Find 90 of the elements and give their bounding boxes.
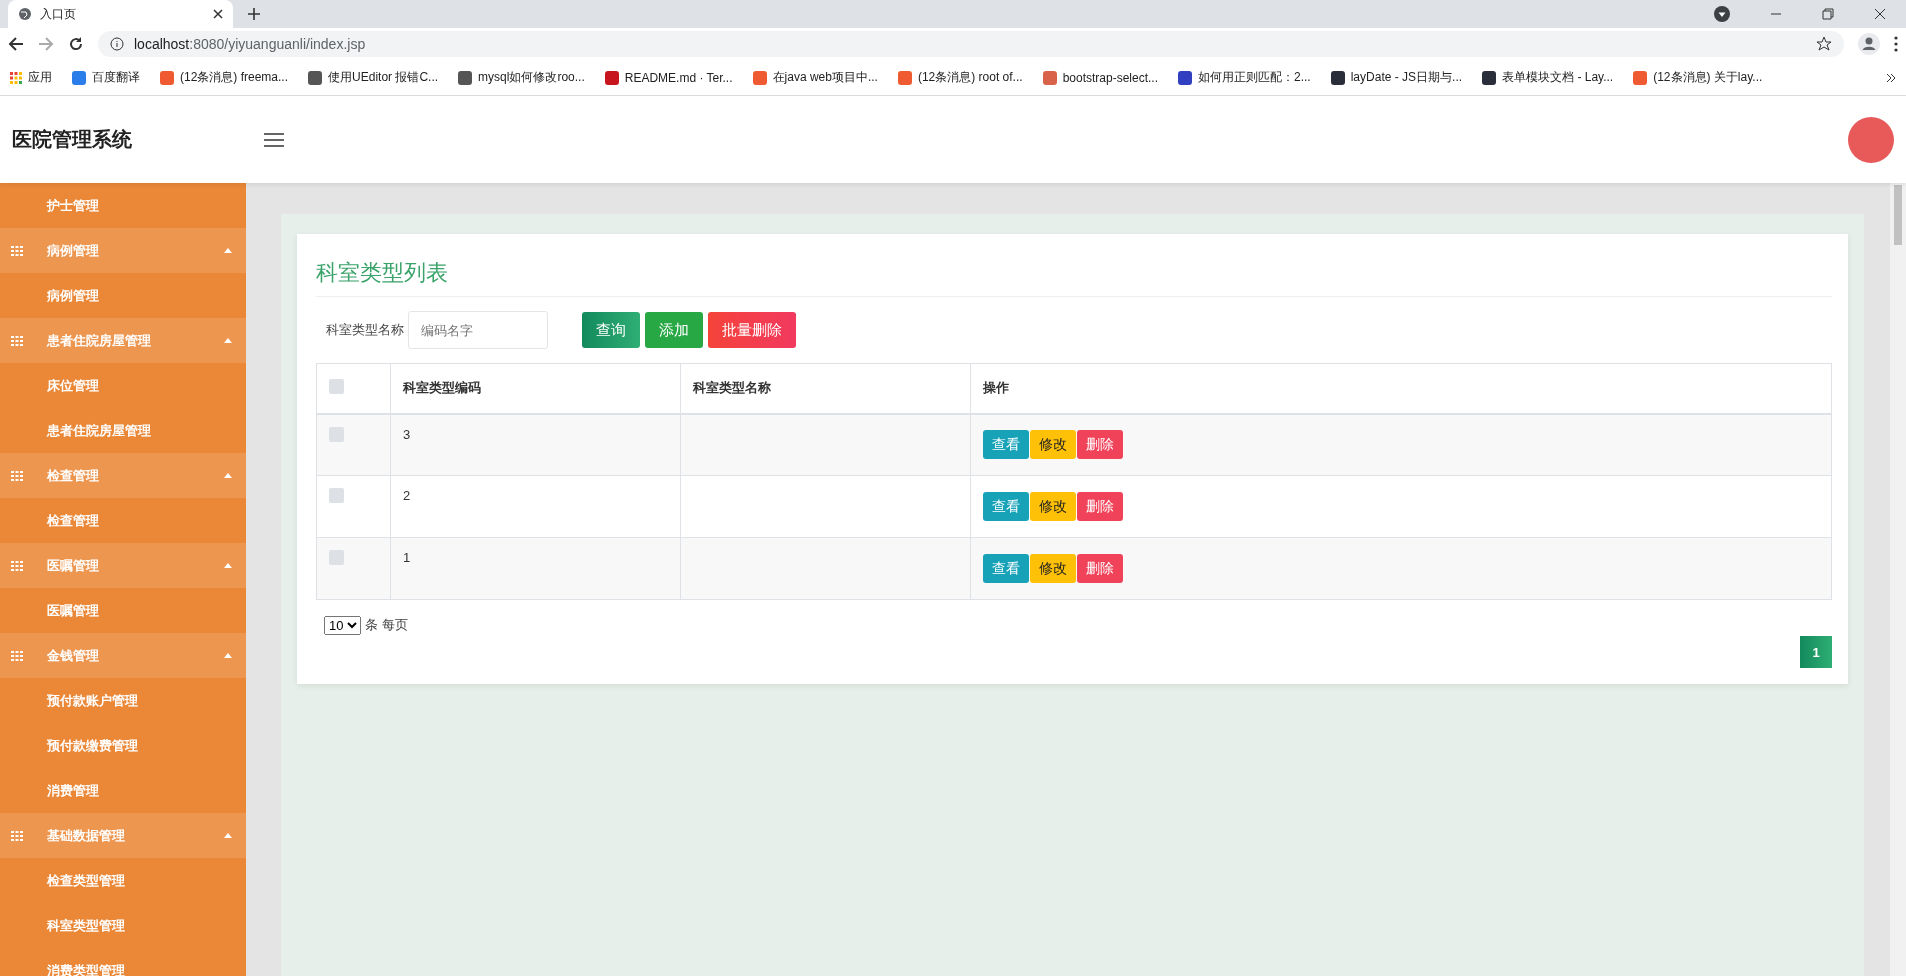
bookmark-item[interactable]: (12条消息) 关于lay... [1633,69,1763,86]
column-header: 科室类型编码 [390,363,681,414]
edit-button[interactable]: 修改 [1030,554,1076,583]
bookmark-item[interactable]: 应用 [10,69,52,86]
reload-icon[interactable] [68,36,84,52]
edit-button[interactable]: 修改 [1030,430,1076,460]
bookmark-item[interactable]: (12条消息) freema... [160,69,289,86]
bookmark-item[interactable]: 如何用正则匹配：2... [1178,69,1311,86]
bookmark-item[interactable]: layDate - JS日期与... [1330,69,1463,86]
bookmark-item[interactable]: (12条消息) root of... [897,69,1023,86]
sidebar-group[interactable]: 检查管理 [0,453,246,498]
card-title: 科室类型列表 [316,248,1832,297]
sidebar-item[interactable]: 消费管理 [0,768,246,813]
address-bar[interactable]: localhost:8080/yiyuanguanli/index.jsp [98,31,1844,57]
browser-tab[interactable]: 入口页 [8,0,233,28]
sidebar-item[interactable]: 病例管理 [0,273,246,318]
table-cell: 3 [390,413,681,476]
caret-up-icon [224,833,232,838]
caret-up-icon [224,338,232,343]
page-size-select[interactable]: 10 [324,616,361,635]
grid-icon [11,650,23,661]
star-icon[interactable] [1816,36,1832,52]
sidebar-item[interactable]: 预付款账户管理 [0,678,246,723]
chevron-icon[interactable] [1886,72,1896,83]
edit-button[interactable]: 修改 [1030,492,1076,521]
page-button[interactable]: 1 [1800,636,1832,668]
restore-icon[interactable] [1822,8,1834,20]
grid-icon [11,335,23,346]
sidebar-group[interactable]: 基础数据管理 [0,813,246,858]
bookmark-item[interactable]: 百度翻译 [72,69,140,86]
sidebar-item[interactable]: 科室类型管理 [0,903,246,948]
bookmark-item[interactable]: mysql如何修改roo... [458,69,585,86]
sidebar-group[interactable]: 金钱管理 [0,633,246,678]
app-title: 医院管理系统 [12,127,133,152]
grid-icon [11,830,23,841]
sidebar-group[interactable]: 医嘱管理 [0,543,246,588]
bulk-delete-button[interactable]: 批量删除 [708,312,796,348]
checkbox[interactable] [329,488,344,503]
table-cell: 1 [390,537,681,600]
column-header: 科室类型名称 [680,363,971,414]
sidebar-item[interactable]: 预付款缴费管理 [0,723,246,768]
delete-button[interactable]: 删除 [1077,430,1123,460]
checkbox[interactable] [329,426,344,442]
search-label: 科室类型名称 [326,321,404,339]
sidebar-item[interactable]: 医嘱管理 [0,588,246,633]
back-arrow-icon[interactable] [8,36,24,52]
caret-up-icon [224,473,232,478]
table-cell: 2 [390,475,681,538]
sidebar-item[interactable]: 患者住院房屋管理 [0,408,246,453]
bookmark-item[interactable]: 使用UEditor 报错C... [308,69,439,86]
info-icon [110,37,124,51]
bookmark-item[interactable]: 在java web项目中... [752,69,878,86]
page-size-label: 条 每页 [365,616,408,634]
sidebar-item[interactable]: 护士管理 [0,183,246,228]
query-button[interactable]: 查询 [582,312,640,348]
menu-icon[interactable] [1894,36,1898,52]
close-icon[interactable] [213,9,223,19]
caret-up-icon [224,563,232,568]
globe-icon [18,7,32,21]
view-button[interactable]: 查看 [983,492,1029,521]
bookmark-item[interactable]: 表单模块文档 - Lay... [1482,69,1614,86]
grid-icon [11,470,23,481]
bookmark-item[interactable]: bootstrap-select... [1042,70,1158,85]
avatar[interactable] [1848,116,1894,163]
add-button[interactable]: 添加 [645,312,703,348]
scrollbar-thumb[interactable] [1894,185,1902,245]
menu-icon[interactable] [264,132,284,147]
sidebar-item[interactable]: 检查类型管理 [0,858,246,903]
grid-icon [11,245,23,256]
new-tab-icon[interactable] [247,7,261,21]
sidebar-group[interactable]: 病例管理 [0,228,246,273]
caret-up-icon [224,653,232,658]
profile-dropdown-icon[interactable] [1714,6,1730,22]
checkbox[interactable] [329,550,344,565]
view-button[interactable]: 查看 [983,554,1029,583]
checkbox[interactable] [329,379,344,395]
search-field[interactable]: 编码名字 [408,311,548,349]
column-header: 操作 [970,363,1832,414]
delete-button[interactable]: 删除 [1077,492,1123,521]
bookmark-item[interactable]: README.md · Ter... [604,70,733,85]
caret-up-icon [224,248,232,253]
grid-icon [11,560,23,571]
close-icon[interactable] [1874,8,1886,20]
sidebar-item[interactable]: 检查管理 [0,498,246,543]
account-icon[interactable] [1858,33,1880,55]
sidebar-group[interactable]: 患者住院房屋管理 [0,318,246,363]
delete-button[interactable]: 删除 [1077,554,1123,583]
view-button[interactable]: 查看 [983,430,1029,460]
apps-grid-icon [10,71,22,84]
sidebar-item[interactable]: 床位管理 [0,363,246,408]
